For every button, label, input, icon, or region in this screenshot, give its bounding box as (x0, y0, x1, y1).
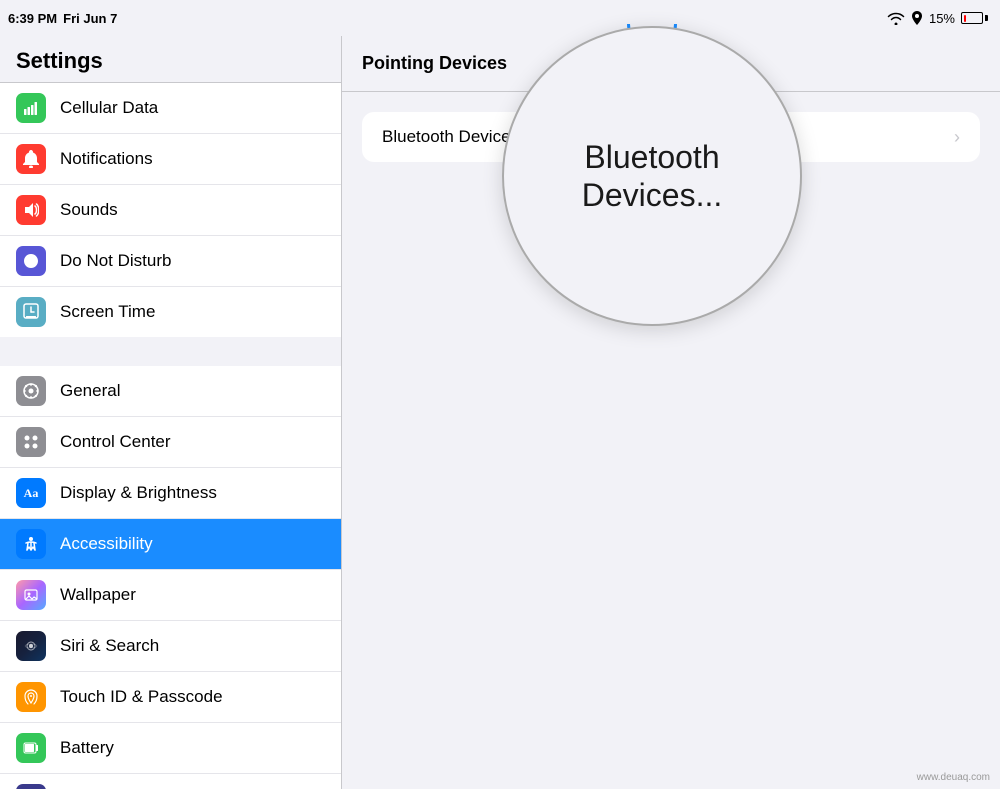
cellular-label: Cellular Data (60, 98, 325, 118)
battery-tip (985, 15, 988, 21)
status-right: 15% (887, 11, 988, 26)
sounds-icon (16, 195, 46, 225)
sidebar-title: Settings (0, 36, 341, 83)
status-bar: 6:39 PM Fri Jun 7 15% (0, 0, 1000, 36)
notifications-icon (16, 144, 46, 174)
chevron-icon: › (954, 127, 960, 148)
controlcenter-label: Control Center (60, 432, 325, 452)
display-label: Display & Brightness (60, 483, 325, 503)
sidebar-item-privacy[interactable]: Privacy (0, 774, 341, 789)
date-display: Fri Jun 7 (63, 11, 117, 26)
display-icon: Aa (16, 478, 46, 508)
battery-body (961, 12, 983, 24)
touchid-icon (16, 682, 46, 712)
app-container: Settings Cellular Data (0, 36, 1000, 789)
sidebar-item-accessibility[interactable]: Accessibility (0, 519, 341, 570)
sidebar-item-touchid[interactable]: Touch ID & Passcode (0, 672, 341, 723)
screentime-icon (16, 297, 46, 327)
screentime-label: Screen Time (60, 302, 325, 322)
sidebar-item-siri[interactable]: Siri & Search (0, 621, 341, 672)
content-card-1: Bluetooth Devices... › (362, 112, 980, 162)
wallpaper-label: Wallpaper (60, 585, 325, 605)
battery-label: Battery (60, 738, 325, 758)
accessibility-label: Accessibility (60, 534, 325, 554)
sidebar-section-2: General Control Center (0, 366, 341, 789)
notifications-label: Notifications (60, 149, 325, 169)
section-separator-1 (0, 338, 341, 366)
touchid-label: Touch ID & Passcode (60, 687, 325, 707)
wallpaper-icon (16, 580, 46, 610)
time-display: 6:39 PM (8, 11, 57, 26)
sidebar-section-1: Cellular Data Notifications (0, 83, 341, 337)
siri-label: Siri & Search (60, 636, 325, 656)
watermark: www.deuaq.com (917, 772, 990, 783)
main-header: Pointing Devices (342, 36, 1000, 92)
cellular-icon (16, 93, 46, 123)
general-label: General (60, 381, 325, 401)
sidebar-item-controlcenter[interactable]: Control Center (0, 417, 341, 468)
privacy-icon (16, 784, 46, 789)
sidebar-item-screentime[interactable]: Screen Time (0, 287, 341, 337)
sidebar-item-battery[interactable]: Battery (0, 723, 341, 774)
sidebar-list: Cellular Data Notifications (0, 83, 341, 789)
battery-fill (964, 15, 967, 22)
sidebar-item-donotdisturb[interactable]: Do Not Disturb (0, 236, 341, 287)
status-left: 6:39 PM Fri Jun 7 (8, 11, 117, 26)
controlcenter-icon (16, 427, 46, 457)
battery-icon (961, 12, 988, 24)
main-body: Bluetooth Devices... › (342, 92, 1000, 789)
accessibility-icon (16, 529, 46, 559)
bluetooth-devices-label: Bluetooth Devices... (382, 127, 954, 147)
general-icon (16, 376, 46, 406)
sidebar: Settings Cellular Data (0, 36, 342, 789)
bluetooth-devices-row[interactable]: Bluetooth Devices... › (362, 112, 980, 162)
siri-icon (16, 631, 46, 661)
sounds-label: Sounds (60, 200, 325, 220)
sidebar-item-display[interactable]: Aa Display & Brightness (0, 468, 341, 519)
sidebar-item-general[interactable]: General (0, 366, 341, 417)
location-icon (911, 11, 923, 25)
sidebar-item-sounds[interactable]: Sounds (0, 185, 341, 236)
sidebar-item-notifications[interactable]: Notifications (0, 134, 341, 185)
sidebar-item-wallpaper[interactable]: Wallpaper (0, 570, 341, 621)
donotdisturb-icon (16, 246, 46, 276)
main-title: Pointing Devices (362, 53, 507, 74)
battery-percent: 15% (929, 11, 955, 26)
wifi-icon (887, 11, 905, 25)
main-content: Bluetooth Devices... Pointing Devices Bl… (342, 36, 1000, 789)
donotdisturb-label: Do Not Disturb (60, 251, 325, 271)
battery-sidebar-icon (16, 733, 46, 763)
sidebar-item-cellular[interactable]: Cellular Data (0, 83, 341, 134)
